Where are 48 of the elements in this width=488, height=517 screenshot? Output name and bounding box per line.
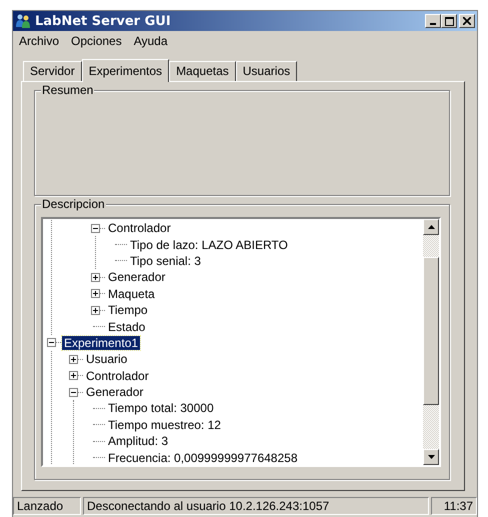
tree-item[interactable]: Tipo senial: 3 — [128, 254, 203, 268]
scrollbar[interactable] — [423, 219, 439, 465]
tab[interactable]: Experimentos — [82, 59, 170, 82]
tree-item[interactable]: Frecuencia: 0,00999999977648258 — [106, 450, 300, 465]
group-title: Resumen — [41, 83, 94, 97]
expand-icon[interactable] — [91, 289, 100, 298]
minimize-button[interactable] — [425, 14, 441, 28]
status-text: Desconectando al usuario 10.2.126.243:1057 — [83, 497, 429, 515]
menu-item[interactable]: Ayuda — [134, 34, 168, 48]
down-arrow-icon — [428, 455, 434, 459]
collapse-icon[interactable] — [69, 388, 78, 397]
collapse-icon[interactable] — [91, 224, 100, 233]
expand-icon[interactable] — [91, 272, 100, 282]
tab[interactable]: Usuarios — [236, 61, 298, 81]
tree-item[interactable]: Tiempo total: 30000 — [106, 401, 216, 416]
expand-icon[interactable] — [69, 371, 78, 380]
tree-item[interactable]: Maqueta — [106, 286, 157, 301]
up-arrow-icon — [428, 225, 434, 229]
scroll-thumb[interactable] — [423, 257, 439, 405]
maximize-button[interactable] — [441, 14, 457, 28]
scroll-down-button[interactable] — [423, 449, 439, 465]
tab[interactable]: Servidor — [23, 61, 82, 81]
tree-item[interactable]: Amplitud: 3 — [106, 434, 170, 448]
tree-item[interactable]: Controlador — [106, 221, 173, 236]
tree-item[interactable]: Tipo de lazo: LAZO ABIERTO — [128, 238, 290, 252]
tree-item[interactable]: Controlador — [84, 368, 151, 383]
close-button[interactable] — [459, 14, 475, 28]
close-icon — [463, 17, 471, 25]
window-title: LabNet Server GUI — [35, 14, 172, 28]
expand-icon[interactable] — [91, 306, 100, 315]
tab[interactable]: Maquetas — [169, 61, 236, 81]
status-text: 11:37 — [431, 497, 477, 515]
status-text: Lanzado — [13, 497, 81, 515]
people-icon — [15, 13, 31, 29]
collapse-icon[interactable] — [47, 338, 56, 348]
menu-item[interactable]: Archivo — [19, 34, 60, 48]
tree-item[interactable]: Generador — [106, 270, 168, 284]
maximize-icon — [444, 16, 454, 26]
tree-item[interactable]: Estado — [106, 320, 148, 334]
expand-icon[interactable] — [69, 354, 78, 364]
tree-item[interactable]: Usuario — [84, 352, 130, 366]
menu-item[interactable]: Opciones — [71, 34, 122, 48]
tree-item[interactable]: Tiempo muestreo: 12 — [106, 418, 223, 432]
tree-item[interactable]: Tiempo — [106, 303, 150, 318]
group-title: Descripcion — [41, 197, 106, 211]
tree-item[interactable]: Experimento1 — [62, 336, 140, 350]
scroll-up-button[interactable] — [423, 219, 439, 235]
tree-item[interactable]: Generador — [84, 385, 146, 400]
